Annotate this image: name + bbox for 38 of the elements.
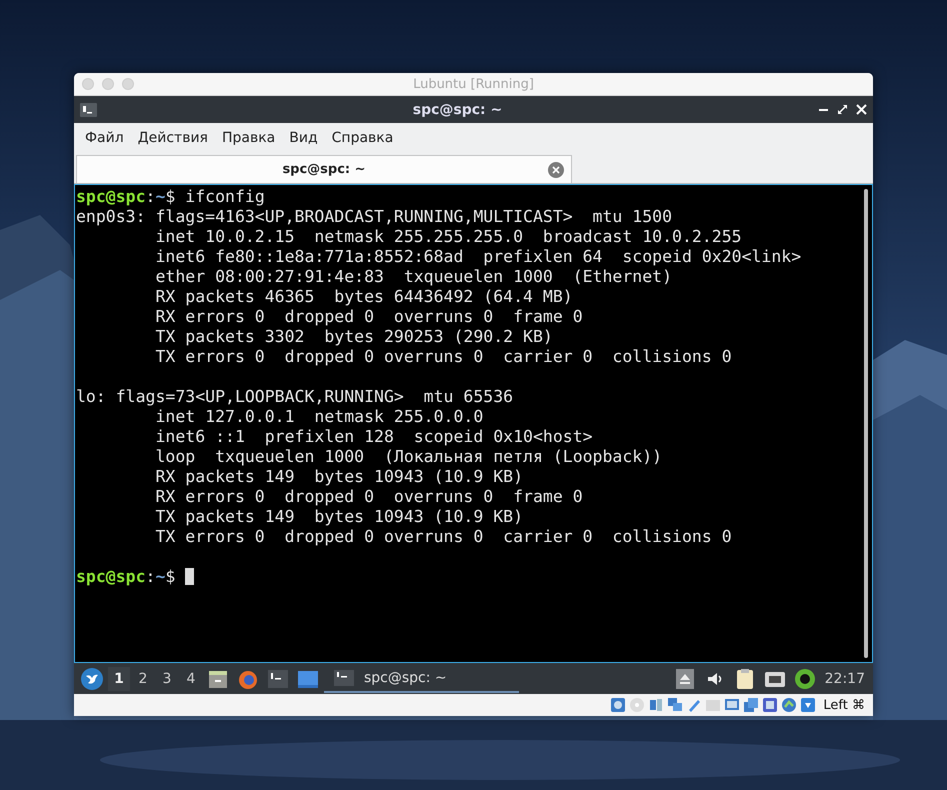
output-line: TX errors 0 dropped 0 overruns 0 carrier 0 collisions 0 bbox=[154, 527, 732, 546]
output-line: TX packets 3302 bytes 290253 (290.2 KB) bbox=[154, 327, 553, 346]
output-line: inet 10.0.2.15 netmask 255.255.255.0 broadcast 10.0.2.255 bbox=[154, 227, 742, 246]
prompt-user-host: spc@spc bbox=[76, 187, 146, 206]
output-line: enp0s3: flags=4163<UP,BROADCAST,RUNNING,MULTICAST> mtu 1500 bbox=[76, 207, 672, 226]
window-title: spc@spc: ~ bbox=[412, 102, 504, 118]
terminal-tab[interactable]: spc@spc: ~ bbox=[76, 155, 572, 183]
output-line: RX errors 0 dropped 0 overruns 0 frame 0 bbox=[154, 307, 583, 326]
output-line: RX packets 149 bytes 10943 (10.9 KB) bbox=[154, 467, 524, 486]
output-line: TX errors 0 dropped 0 overruns 0 carrier 0 collisions 0 bbox=[154, 347, 732, 366]
workspace-button[interactable]: 3 bbox=[156, 666, 178, 690]
output-line: ether 08:00:27:91:4e:83 txqueuelen 1000 (Ethernet) bbox=[154, 267, 672, 286]
workspace-button[interactable]: 2 bbox=[132, 666, 154, 690]
prompt-separator: : bbox=[146, 187, 156, 206]
prompt-path: ~ bbox=[155, 567, 166, 586]
output-line: inet 127.0.0.1 netmask 255.0.0.0 bbox=[154, 407, 484, 426]
output-line: inet6 fe80::1e8a:771a:8552:68ad prefixlen 64 scopeid 0x20<link> bbox=[154, 247, 802, 266]
prompt-user-host: spc@spc bbox=[76, 567, 146, 586]
output-line: inet6 ::1 prefixlen 128 scopeid 0x10<host> bbox=[154, 427, 593, 446]
output-line: RX errors 0 dropped 0 overruns 0 frame 0 bbox=[154, 487, 583, 506]
output-line: lo: flags=73<UP,LOOPBACK,RUNNING> mtu 65536 bbox=[76, 387, 514, 406]
workspace-button[interactable]: 1 bbox=[108, 666, 130, 690]
window-title: Lubuntu [Running] bbox=[412, 76, 535, 92]
output-line: TX packets 149 bytes 10943 (10.9 KB) bbox=[154, 507, 524, 526]
menu-item[interactable]: Действия bbox=[130, 130, 215, 146]
menu-item[interactable]: Справка bbox=[324, 130, 400, 146]
output-line: loop txqueuelen 1000 (Локальная петля (Loopback)) bbox=[154, 447, 662, 466]
workspace-button[interactable]: 4 bbox=[180, 666, 202, 690]
command-text: $ ifconfig bbox=[165, 187, 265, 206]
prompt-path: ~ bbox=[155, 187, 166, 206]
host-key-label: Left ⌘ bbox=[823, 698, 865, 712]
menu-item[interactable]: Вид bbox=[282, 130, 325, 146]
clock: 22:17 bbox=[824, 670, 865, 686]
menu-item[interactable]: Файл bbox=[78, 130, 131, 146]
prompt-separator: : bbox=[146, 567, 156, 586]
command-text: $ bbox=[165, 567, 176, 586]
output-line: RX packets 46365 bytes 64436492 (64.4 MB) bbox=[154, 287, 573, 306]
menu-item[interactable]: Правка bbox=[214, 130, 282, 146]
